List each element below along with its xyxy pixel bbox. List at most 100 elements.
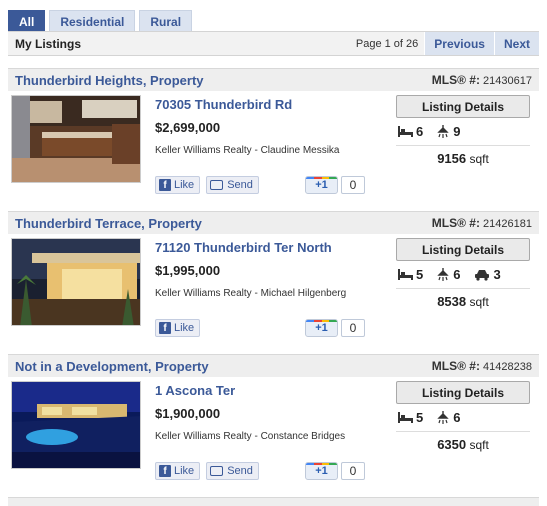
facebook-like-button[interactable]: f Like [155,319,201,337]
send-icon [210,466,224,476]
bedrooms-count: 6 [416,124,424,139]
listing-features: 5 6 3 [398,267,501,282]
listing-card: Thunderbird Heights, Property MLS® #: 21… [8,68,539,200]
sqft-unit: sqft [469,438,489,452]
bathrooms: 6 [437,410,460,425]
listing-title[interactable]: Thunderbird Terrace, Property [15,216,202,231]
tab-rural[interactable]: Rural [139,10,193,32]
listing-features: 5 6 [398,410,460,425]
social-buttons: f Like Send [155,462,259,480]
plusone-label: +1 [315,179,328,191]
like-label: Like [174,179,195,191]
shower-icon [437,267,449,281]
mls-label: MLS® #: [431,216,480,230]
facebook-like-button[interactable]: f Like [155,176,201,194]
facebook-like-button[interactable]: f Like [155,462,201,480]
bedrooms: 5 [398,267,423,282]
bedrooms: 6 [398,124,423,139]
plusone-count: 0 [341,462,365,480]
listing-header: Thunderbird Heights, Property MLS® #: 21… [8,68,539,91]
listing-header: Thunderbird Terrace, Property MLS® #: 21… [8,211,539,234]
social-buttons: f Like Send [155,176,259,194]
listing-title[interactable]: Not in a Development, Property [15,359,209,374]
tab-all[interactable]: All [8,10,46,32]
google-plusone: +1 0 [305,176,365,194]
garage-count: 3 [493,267,501,282]
like-label: Like [174,465,195,477]
bathrooms-count: 6 [453,410,461,425]
listing-agent: Keller Williams Realty - Constance Bridg… [155,431,346,442]
garage: 3 [474,267,501,282]
listing-details-button[interactable]: Listing Details [396,238,530,261]
next-button[interactable]: Next [493,32,539,55]
listing-features: 6 9 [398,124,460,139]
listing-address[interactable]: 70305 Thunderbird Rd [155,97,292,112]
bed-icon [398,412,413,423]
plusone-button[interactable]: +1 [305,176,338,194]
bathrooms: 9 [437,124,460,139]
facebook-icon: f [159,322,171,334]
listing-price: $2,699,000 [155,120,221,135]
shower-icon [437,410,449,424]
facebook-send-button[interactable]: Send [206,462,259,480]
sqft-value: 9156 [437,151,467,166]
mls-number: MLS® #: 41428238 [432,359,532,373]
sqft-value: 6350 [437,437,467,452]
plusone-count: 0 [341,176,365,194]
mls-value: 41428238 [483,361,532,373]
bedrooms-count: 5 [416,410,424,425]
plusone-button[interactable]: +1 [305,319,338,337]
pagination-info: Page 1 of 26 [355,37,419,50]
next-listing-header [8,497,539,506]
listing-photo[interactable] [11,238,141,326]
bedrooms-count: 5 [416,267,424,282]
car-icon [475,269,490,281]
sqft-unit: sqft [469,152,489,166]
listing-title[interactable]: Thunderbird Heights, Property [15,73,204,88]
bed-icon [398,126,413,137]
plusone-button[interactable]: +1 [305,462,338,480]
mls-label: MLS® #: [431,359,480,373]
send-label: Send [227,465,253,477]
listing-price: $1,995,000 [155,263,221,278]
divider [396,145,530,146]
listing-photo[interactable] [11,381,141,469]
shower-icon [437,124,449,138]
like-label: Like [174,322,195,334]
sqft-value: 8538 [437,294,467,309]
listing-agent: Keller Williams Realty - Michael Hilgenb… [155,288,347,299]
tab-residential[interactable]: Residential [49,10,136,32]
send-icon [210,180,224,190]
listing-address[interactable]: 71120 Thunderbird Ter North [155,240,332,255]
square-footage: 9156 sqft [396,151,530,166]
mls-number: MLS® #: 21426181 [432,216,532,230]
facebook-send-button[interactable]: Send [206,176,259,194]
listing-header: Not in a Development, Property MLS® #: 4… [8,354,539,377]
bed-icon [398,269,413,280]
mls-value: 21430617 [483,75,532,87]
square-footage: 8538 sqft [396,294,530,309]
bathrooms-count: 9 [453,124,461,139]
listing-details-button[interactable]: Listing Details [396,95,530,118]
facebook-icon: f [159,465,171,477]
previous-button[interactable]: Previous [424,32,494,55]
page-title: My Listings [15,36,82,51]
listings-toolbar: My Listings Page 1 of 26 Previous Next [8,31,539,56]
listing-photo[interactable] [11,95,141,183]
sqft-unit: sqft [469,295,489,309]
square-footage: 6350 sqft [396,437,530,452]
facebook-icon: f [159,179,171,191]
plusone-label: +1 [315,465,328,477]
bedrooms: 5 [398,410,423,425]
listing-details-button[interactable]: Listing Details [396,381,530,404]
divider [396,431,530,432]
listing-card: Thunderbird Terrace, Property MLS® #: 21… [8,211,539,343]
mls-value: 21426181 [483,218,532,230]
listing-address[interactable]: 1 Ascona Ter [155,383,235,398]
listing-type-tabs: All Residential Rural [8,10,193,32]
send-label: Send [227,179,253,191]
listing-price: $1,900,000 [155,406,221,421]
bathrooms-count: 6 [453,267,461,282]
social-buttons: f Like [155,319,201,337]
listing-card: Not in a Development, Property MLS® #: 4… [8,354,539,486]
